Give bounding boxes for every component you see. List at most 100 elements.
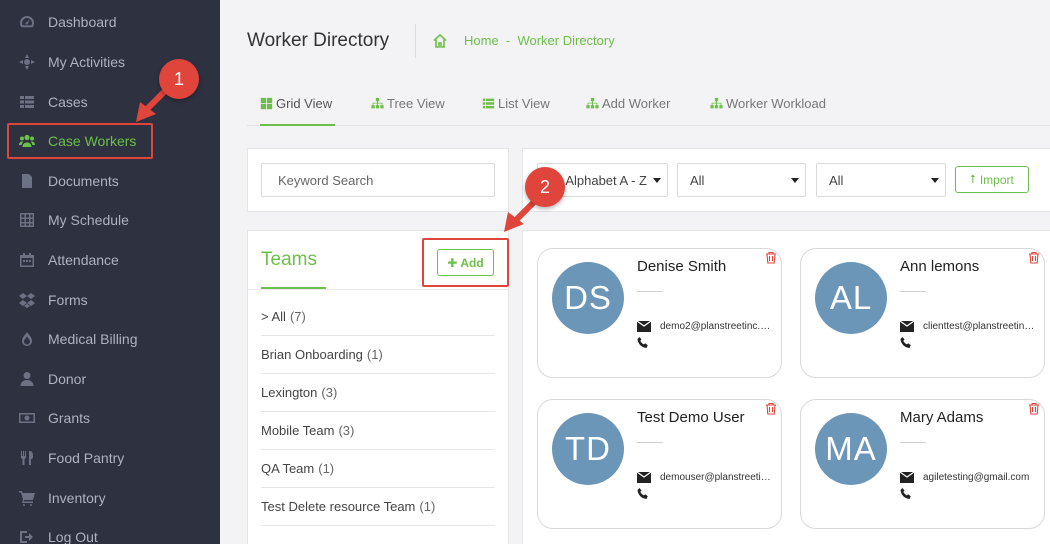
money-icon: [18, 409, 36, 427]
sidebar-item-label: Donor: [48, 370, 87, 387]
sidebar-item-label: Cases: [48, 93, 88, 110]
utensils-icon: [18, 449, 36, 467]
tab-tree-view[interactable]: Tree View: [371, 96, 445, 111]
team-name: Brian Onboarding: [261, 347, 363, 362]
trash-icon[interactable]: [765, 251, 777, 264]
envelope-icon: [900, 472, 914, 483]
sidebar-item-log-out[interactable]: Log Out: [0, 517, 220, 544]
worker-name[interactable]: Ann lemons: [900, 258, 979, 275]
worker-email: demouser@planstreetinc.com: [660, 472, 774, 483]
tab-grid-view[interactable]: Grid View: [260, 96, 332, 111]
worker-name[interactable]: Test Demo User: [637, 409, 745, 426]
filter-select-1[interactable]: All: [677, 163, 806, 197]
team-count: (7): [289, 309, 306, 324]
sidebar-item-dashboard[interactable]: Dashboard: [0, 2, 220, 41]
trash-icon[interactable]: [1028, 251, 1040, 264]
sidebar-item-label: Grants: [48, 409, 91, 426]
team-count: (3): [321, 385, 338, 400]
filter-select-2[interactable]: All: [816, 163, 946, 197]
sidebar-item-label: Log Out: [48, 528, 98, 544]
callout-2-arrowhead: [504, 212, 524, 232]
teams-title: Teams: [261, 249, 317, 270]
tab-label: Worker Workload: [726, 96, 826, 111]
team-item-test-delete-resource-team[interactable]: Test Delete resource Team (1): [261, 488, 495, 526]
worker-card[interactable]: MA Mary Adams agiletesting@gmail.com: [800, 399, 1045, 529]
sidebar-item-grants[interactable]: Grants: [0, 398, 220, 437]
worker-email: demo2@planstreetinc.com: [660, 321, 774, 332]
worker-name[interactable]: Denise Smith: [637, 258, 726, 275]
team-item-qa-team[interactable]: QA Team (1): [261, 450, 495, 488]
teams-title-underline: [261, 287, 326, 289]
worker-card[interactable]: DS Denise Smith demo2@planstreetinc.com: [537, 248, 782, 378]
phone-icon: [900, 488, 911, 499]
tab-label: Add Worker: [602, 96, 671, 111]
sidebar-item-my-schedule[interactable]: My Schedule: [0, 200, 220, 239]
team-name: > All: [261, 309, 286, 324]
team-count: (1): [419, 499, 436, 514]
page-title: Worker Directory: [247, 30, 390, 51]
sidebar-item-label: My Schedule: [48, 211, 129, 228]
envelope-icon: [637, 321, 651, 332]
name-divider: [637, 291, 663, 292]
breadcrumb[interactable]: Home - Worker Directory: [464, 33, 615, 48]
list-icon: [482, 98, 495, 109]
add-team-highlight: [422, 238, 509, 287]
tab-add-worker[interactable]: Add Worker: [586, 96, 670, 111]
team-item-brian-onboarding[interactable]: Brian Onboarding (1): [261, 336, 495, 374]
home-icon[interactable]: [432, 33, 448, 49]
phone-icon: [637, 337, 648, 348]
avatar: TD: [552, 413, 624, 485]
sidebar-item-forms[interactable]: Forms: [0, 280, 220, 319]
worker-name[interactable]: Mary Adams: [900, 409, 983, 426]
sitemap-icon: [371, 97, 384, 109]
filter-select-1-value: All: [690, 172, 705, 188]
sidebar-item-label: Forms: [48, 291, 88, 308]
sort-select-value: Alphabet A - Z: [565, 172, 647, 188]
team-name: Test Delete resource Team: [261, 499, 416, 514]
avatar: AL: [815, 262, 887, 334]
chevron-down-icon: [791, 178, 799, 183]
envelope-icon: [637, 472, 651, 483]
worker-email: clienttest@planstreetinc.com: [923, 321, 1037, 332]
sidebar-item-inventory[interactable]: Inventory: [0, 478, 220, 517]
dashboard-icon: [18, 13, 36, 31]
worker-card[interactable]: AL Ann lemons clienttest@planstreetinc.c…: [800, 248, 1045, 378]
keyword-search-input[interactable]: [261, 163, 495, 197]
tab-list-view[interactable]: List View: [482, 96, 550, 111]
team-count: (1): [318, 461, 335, 476]
chevron-down-icon: [653, 178, 661, 183]
import-button[interactable]: ⭡ Import: [955, 166, 1029, 193]
logout-icon: [18, 528, 36, 544]
chevron-down-icon: [931, 178, 939, 183]
tab-label: List View: [498, 96, 550, 111]
sidebar-item-donor[interactable]: Donor: [0, 359, 220, 398]
sidebar-item-attendance[interactable]: Attendance: [0, 240, 220, 279]
sidebar-item-label: Inventory: [48, 489, 106, 506]
team-item-all[interactable]: > All (7): [261, 298, 495, 336]
sidebar-item-label: Dashboard: [48, 13, 117, 30]
sidebar-item-label: Food Pantry: [48, 449, 125, 466]
sidebar-item-label: Attendance: [48, 251, 119, 268]
team-name: Lexington: [261, 385, 318, 400]
name-divider: [900, 442, 926, 443]
sidebar-item-food-pantry[interactable]: Food Pantry: [0, 438, 220, 477]
medical-icon: [18, 330, 36, 348]
team-item-lexington[interactable]: Lexington (3): [261, 374, 495, 412]
activities-icon: [18, 53, 36, 71]
header-divider: [415, 24, 416, 58]
trash-icon[interactable]: [765, 402, 777, 415]
worker-card[interactable]: TD Test Demo User demouser@planstreetinc…: [537, 399, 782, 529]
forms-icon: [18, 291, 36, 309]
trash-icon[interactable]: [1028, 402, 1040, 415]
sidebar-item-medical-billing[interactable]: Medical Billing: [0, 319, 220, 358]
tab-label: Tree View: [387, 96, 445, 111]
tab-worker-workload[interactable]: Worker Workload: [710, 96, 826, 111]
sidebar-item-documents[interactable]: Documents: [0, 161, 220, 200]
sidebar-item-label: My Activities: [48, 53, 126, 70]
callout-badge-1: 1: [159, 59, 199, 99]
tabs-divider: [247, 125, 1050, 126]
grid-icon: [260, 97, 273, 110]
team-item-mobile-team[interactable]: Mobile Team (3): [261, 412, 495, 450]
sitemap-icon: [586, 97, 599, 109]
team-count: (1): [366, 347, 383, 362]
